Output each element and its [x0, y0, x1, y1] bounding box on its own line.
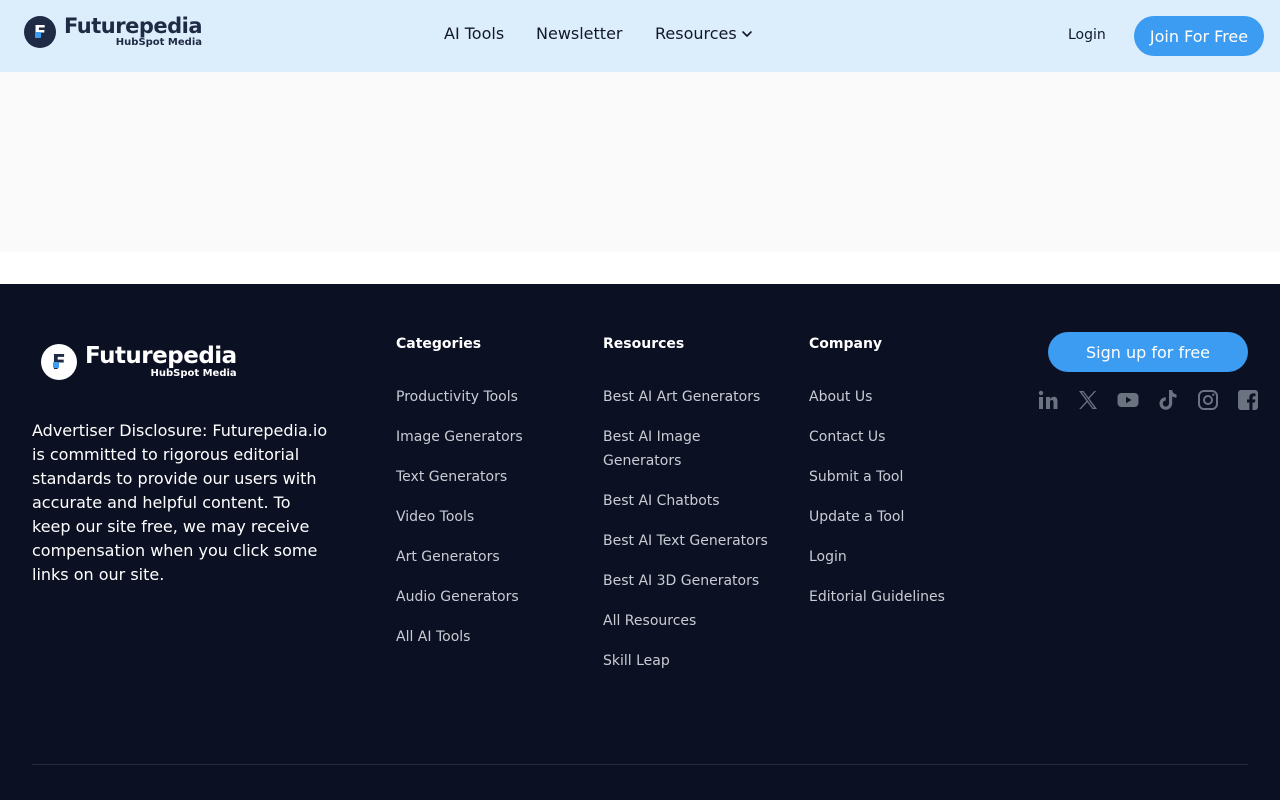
logo-name: Futurepedia: [64, 14, 203, 38]
header-logo[interactable]: F Futurepedia HubSpot Media: [24, 14, 203, 49]
x-icon[interactable]: [1076, 388, 1100, 412]
content-placeholder: [0, 72, 1280, 252]
footer-logo[interactable]: F Futurepedia HubSpot Media: [41, 344, 237, 380]
header-login-link[interactable]: Login: [1068, 27, 1106, 43]
footer-link-productivity-tools[interactable]: Productivity Tools: [396, 385, 586, 409]
footer-link-editorial-guidelines[interactable]: Editorial Guidelines: [809, 585, 999, 609]
footer-link-image-generators[interactable]: Image Generators: [396, 425, 586, 449]
footer-divider: [32, 764, 1248, 765]
footer-link-best-ai-text-generators[interactable]: Best AI Text Generators: [603, 529, 783, 553]
footer-link-video-tools[interactable]: Video Tools: [396, 505, 586, 529]
footer-link-about-us[interactable]: About Us: [809, 385, 999, 409]
site-header: F Futurepedia HubSpot Media AI Tools New…: [0, 0, 1280, 72]
footer-logo-name: Futurepedia: [85, 343, 237, 369]
footer-categories: Categories Productivity Tools Image Gene…: [396, 334, 586, 665]
nav-ai-tools[interactable]: AI Tools: [444, 24, 504, 43]
sign-up-for-free-button[interactable]: Sign up for free: [1048, 332, 1248, 372]
advertiser-disclosure: Advertiser Disclosure: Futurepedia.io is…: [32, 421, 328, 584]
nav-resources-dropdown[interactable]: Resources: [655, 24, 753, 43]
footer-company: Company About Us Contact Us Submit a Too…: [809, 334, 999, 625]
nav-newsletter[interactable]: Newsletter: [536, 24, 623, 43]
nav-resources[interactable]: Resources: [655, 24, 737, 43]
footer-link-audio-generators[interactable]: Audio Generators: [396, 585, 586, 609]
footer-link-best-ai-image-generators[interactable]: Best AI Image Generators: [603, 425, 783, 473]
footer-link-login[interactable]: Login: [809, 545, 999, 569]
company-heading: Company: [809, 336, 883, 352]
logo-mark-icon: F: [41, 344, 77, 380]
footer-link-update-a-tool[interactable]: Update a Tool: [809, 505, 999, 529]
youtube-icon[interactable]: [1116, 388, 1140, 412]
footer-link-contact-us[interactable]: Contact Us: [809, 425, 999, 449]
footer-link-text-generators[interactable]: Text Generators: [396, 465, 586, 489]
site-footer: F Futurepedia HubSpot Media Advertiser D…: [0, 284, 1280, 800]
footer-link-best-ai-chatbots[interactable]: Best AI Chatbots: [603, 489, 783, 513]
instagram-icon[interactable]: [1196, 388, 1220, 412]
tiktok-icon[interactable]: [1156, 388, 1180, 412]
logo-mark-icon: F: [24, 16, 56, 48]
footer-link-art-generators[interactable]: Art Generators: [396, 545, 586, 569]
footer-link-all-ai-tools[interactable]: All AI Tools: [396, 625, 586, 649]
join-for-free-button[interactable]: Join For Free: [1134, 16, 1264, 56]
linkedin-icon[interactable]: [1036, 388, 1060, 412]
footer-link-skill-leap[interactable]: Skill Leap: [603, 649, 783, 673]
chevron-down-icon: [741, 30, 752, 37]
facebook-icon[interactable]: [1236, 388, 1260, 412]
logo-subtitle: HubSpot Media: [115, 37, 203, 48]
footer-link-submit-a-tool[interactable]: Submit a Tool: [809, 465, 999, 489]
footer-link-best-ai-art-generators[interactable]: Best AI Art Generators: [603, 385, 783, 409]
footer-link-best-ai-3d-generators[interactable]: Best AI 3D Generators: [603, 569, 783, 593]
footer-logo-subtitle: HubSpot Media: [150, 368, 237, 379]
categories-heading: Categories: [396, 336, 482, 352]
footer-link-all-resources[interactable]: All Resources: [603, 609, 783, 633]
footer-resources: Resources Best AI Art Generators Best AI…: [603, 334, 783, 689]
resources-heading: Resources: [603, 336, 685, 352]
